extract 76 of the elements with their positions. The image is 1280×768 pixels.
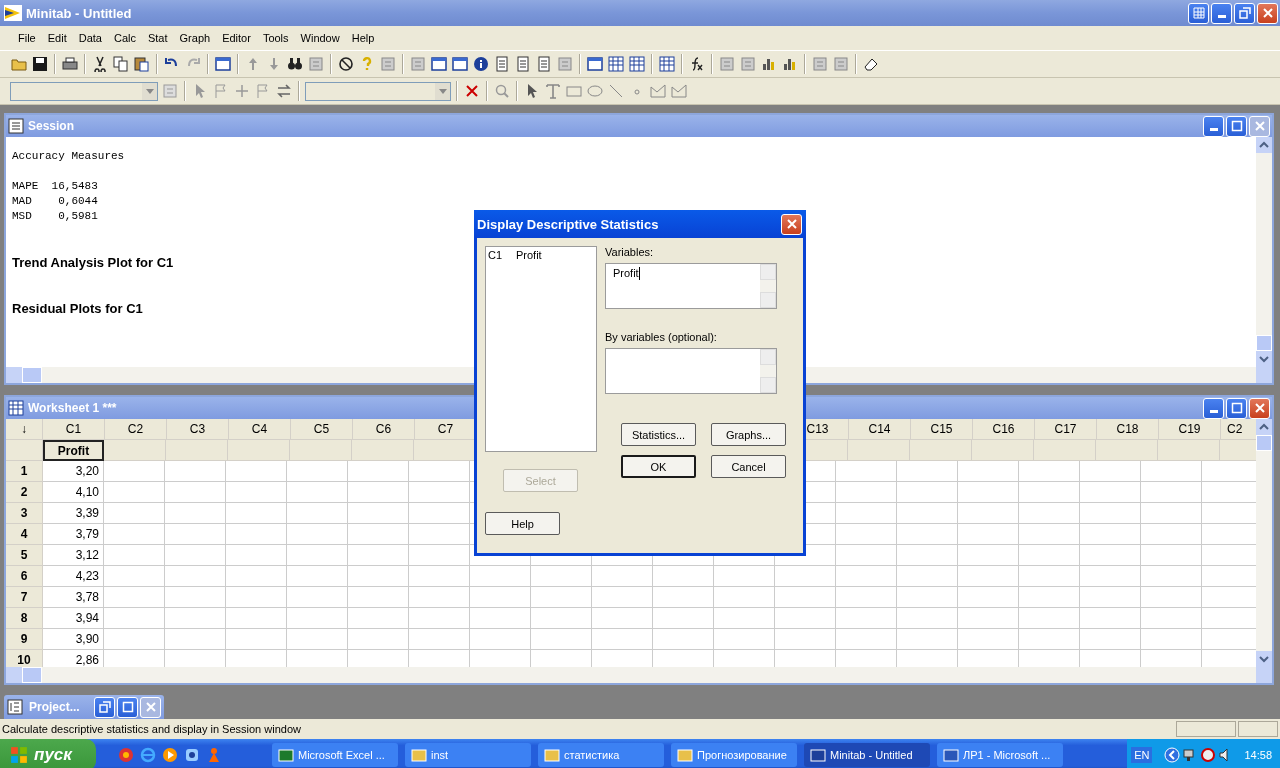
column-header[interactable]: C7 bbox=[415, 419, 477, 440]
ok-button[interactable]: OK bbox=[621, 455, 696, 478]
taskbar-button[interactable]: inst bbox=[405, 743, 531, 767]
column-header[interactable]: C17 bbox=[1035, 419, 1097, 440]
column-header[interactable]: C2 bbox=[105, 419, 167, 440]
table-cell[interactable]: 4,10 bbox=[43, 482, 104, 503]
column-id[interactable]: C1 bbox=[488, 249, 516, 261]
window-title: Minitab - Untitled bbox=[26, 5, 133, 21]
table-cell[interactable]: 4,23 bbox=[43, 566, 104, 587]
table-cell[interactable]: 3,78 bbox=[43, 587, 104, 608]
menu-item[interactable]: Stat bbox=[141, 32, 174, 44]
session-heading: Trend Analysis Plot for C1 bbox=[12, 255, 174, 270]
column-header[interactable]: C6 bbox=[353, 419, 415, 440]
table-cell[interactable]: 3,12 bbox=[43, 545, 104, 566]
taskbar-button[interactable]: Microsoft Excel ... bbox=[272, 743, 398, 767]
column-name-cell[interactable]: Profit bbox=[43, 440, 104, 461]
menu-item[interactable]: Graph bbox=[173, 32, 217, 44]
session-output-line: MSD 0,5981 bbox=[12, 209, 98, 224]
column-header[interactable]: C5 bbox=[291, 419, 353, 440]
session-output-line: MAD 0,6044 bbox=[12, 194, 98, 209]
row-number: 6 bbox=[6, 566, 43, 587]
row-number: 1 bbox=[6, 461, 43, 482]
graphs-button[interactable]: Graphs... bbox=[711, 423, 786, 446]
cancel-button[interactable]: Cancel bbox=[711, 455, 786, 478]
column-header[interactable]: C4 bbox=[229, 419, 291, 440]
field-label: Variables: bbox=[605, 246, 654, 260]
row-number: 4 bbox=[6, 524, 43, 545]
column-header[interactable]: C14 bbox=[849, 419, 911, 440]
menu-item[interactable]: Editor bbox=[216, 32, 257, 44]
window-title: Project... bbox=[29, 700, 81, 714]
variables-field[interactable]: Profit bbox=[605, 263, 777, 309]
taskbar-button[interactable]: статистика bbox=[538, 743, 664, 767]
session-heading: Residual Plots for C1 bbox=[12, 301, 143, 316]
session-output-line: Accuracy Measures bbox=[12, 149, 125, 164]
menu-item[interactable]: Help bbox=[345, 32, 381, 44]
status-text: Calculate descriptive statistics and display in Session window bbox=[1, 723, 302, 735]
corner-header[interactable]: ↓ bbox=[6, 419, 43, 440]
menu-item[interactable]: Calc bbox=[107, 32, 142, 44]
column-header[interactable]: C16 bbox=[973, 419, 1035, 440]
variable-list[interactable]: C1 Profit bbox=[485, 246, 597, 452]
taskbar-button[interactable]: ЛР1 - Microsoft ... bbox=[937, 743, 1063, 767]
dialog-title: Display Descriptive Statistics bbox=[477, 216, 660, 232]
row-number: 9 bbox=[6, 629, 43, 650]
row-number: 10 bbox=[6, 650, 43, 667]
table-cell[interactable]: 3,94 bbox=[43, 608, 104, 629]
menu-item[interactable]: Tools bbox=[256, 32, 295, 44]
menu-item[interactable]: Data bbox=[72, 32, 108, 44]
window-title: Session bbox=[28, 119, 75, 133]
column-header[interactable]: C19 bbox=[1159, 419, 1221, 440]
menu-item[interactable]: Edit bbox=[41, 32, 73, 44]
field-label: By variables (optional): bbox=[605, 331, 717, 345]
column-header[interactable]: C15 bbox=[911, 419, 973, 440]
table-cell[interactable]: 3,39 bbox=[43, 503, 104, 524]
column-header[interactable]: C1 bbox=[43, 419, 105, 440]
help-button[interactable]: Help bbox=[485, 512, 560, 535]
row-number: 5 bbox=[6, 545, 43, 566]
table-cell[interactable]: 3,79 bbox=[43, 524, 104, 545]
window-title: Worksheet 1 *** bbox=[28, 401, 117, 415]
column-header[interactable]: C18 bbox=[1097, 419, 1159, 440]
column-header[interactable]: C3 bbox=[167, 419, 229, 440]
taskbar-button[interactable]: Minitab - Untitled bbox=[804, 743, 930, 767]
table-cell[interactable]: 3,20 bbox=[43, 461, 104, 482]
variable-name[interactable]: Profit bbox=[516, 249, 542, 261]
menu-item[interactable]: Window bbox=[294, 32, 346, 44]
session-output-line: MAPE 16,5483 bbox=[12, 179, 98, 194]
statistics-button[interactable]: Statistics... bbox=[621, 423, 696, 446]
row-number: 8 bbox=[6, 608, 43, 629]
table-cell[interactable]: 3,90 bbox=[43, 629, 104, 650]
menu-item[interactable]: File bbox=[12, 32, 42, 44]
row-number: 3 bbox=[6, 503, 43, 524]
clock: 14:58 bbox=[1244, 749, 1272, 761]
language-indicator[interactable]: EN bbox=[1131, 747, 1153, 763]
row-number: 7 bbox=[6, 587, 43, 608]
row-number: 2 bbox=[6, 482, 43, 503]
column-header[interactable]: C2 bbox=[1221, 419, 1256, 440]
taskbar-button[interactable]: Прогнозирование bbox=[671, 743, 797, 767]
